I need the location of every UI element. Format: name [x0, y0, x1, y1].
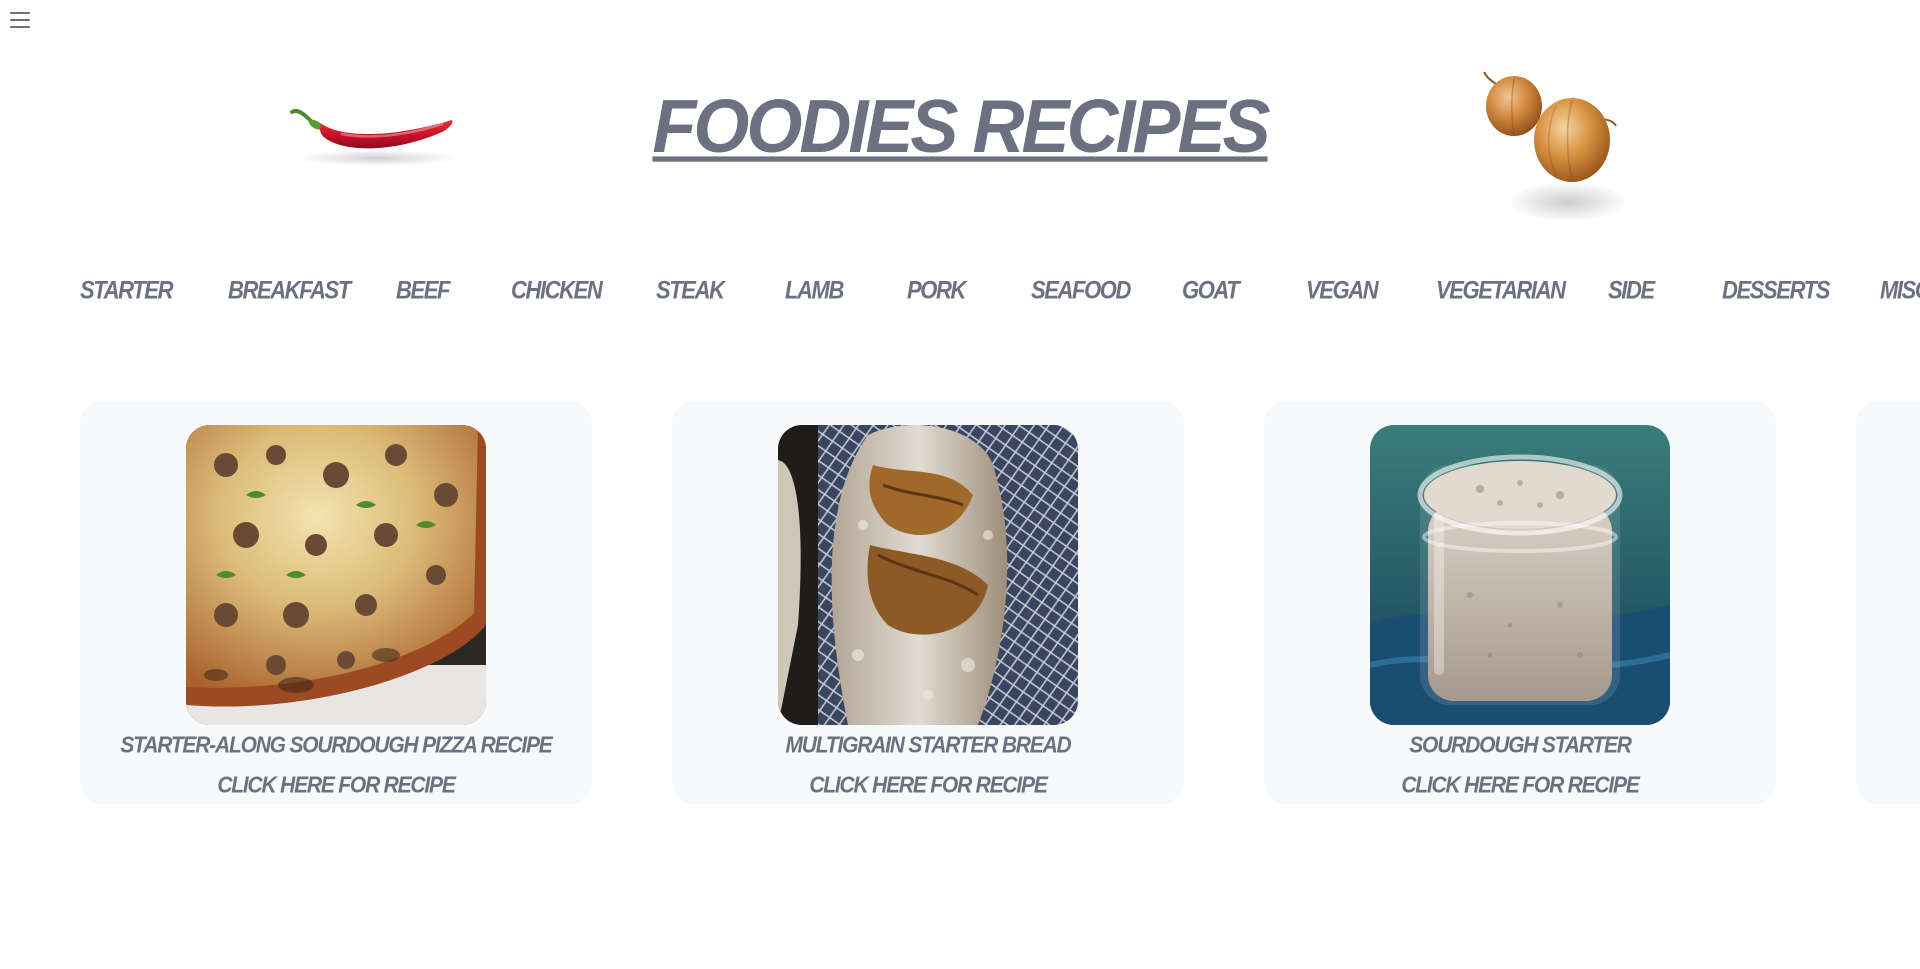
recipe-link[interactable]: CLICK HERE FOR RECIPE: [80, 773, 592, 799]
recipe-link[interactable]: CLICK HERE FOR RECIPE: [1264, 773, 1776, 799]
sourdough-pizza-image[interactable]: [186, 425, 486, 725]
category-seafood[interactable]: SEAFOOD: [1031, 276, 1131, 305]
multigrain-bread-image[interactable]: [778, 425, 1078, 725]
category-starter[interactable]: STARTER: [80, 276, 173, 305]
category-beef[interactable]: BEEF: [396, 276, 450, 305]
page: FOODIES RECIPES STARTER BREAKFAST BEEF C…: [0, 0, 1920, 969]
recipe-card[interactable]: MULTIGRAIN STARTER BREAD CLICK HERE FOR …: [672, 401, 1184, 804]
category-nav: STARTER BREAKFAST BEEF CHICKEN STEAK LAM…: [0, 276, 1920, 312]
category-side[interactable]: SIDE: [1608, 276, 1655, 305]
recipe-title: MULTIGRAIN STARTER BREAD: [785, 732, 1071, 759]
recipe-card[interactable]: STARTER-ALONG SOURDOUGH PIZZA RECIPE CLI…: [80, 401, 592, 804]
category-breakfast[interactable]: BREAKFAST: [228, 276, 351, 305]
onions-image: [1483, 71, 1628, 222]
recipe-title: SOURDOUGH STARTER: [1409, 732, 1632, 759]
recipe-card[interactable]: SOURDOUGH STARTER CLICK HERE FOR RECIPE: [1264, 401, 1776, 804]
recipe-card-partial[interactable]: [1856, 401, 1920, 804]
category-lamb[interactable]: LAMB: [785, 276, 844, 305]
recipe-title: STARTER-ALONG SOURDOUGH PIZZA RECIPE: [120, 732, 552, 759]
category-vegetarian[interactable]: VEGETARIAN: [1436, 276, 1566, 305]
category-vegan[interactable]: VEGAN: [1306, 276, 1379, 305]
sourdough-starter-jar-image[interactable]: [1370, 425, 1670, 725]
hamburger-menu-icon[interactable]: [9, 9, 31, 31]
category-steak[interactable]: STEAK: [656, 276, 725, 305]
category-misc[interactable]: MISC: [1880, 276, 1920, 305]
category-chicken[interactable]: CHICKEN: [511, 276, 603, 305]
recipe-link[interactable]: CLICK HERE FOR RECIPE: [672, 773, 1184, 799]
category-desserts[interactable]: DESSERTS: [1722, 276, 1830, 305]
category-pork[interactable]: PORK: [907, 276, 966, 305]
category-goat[interactable]: GOAT: [1182, 276, 1240, 305]
